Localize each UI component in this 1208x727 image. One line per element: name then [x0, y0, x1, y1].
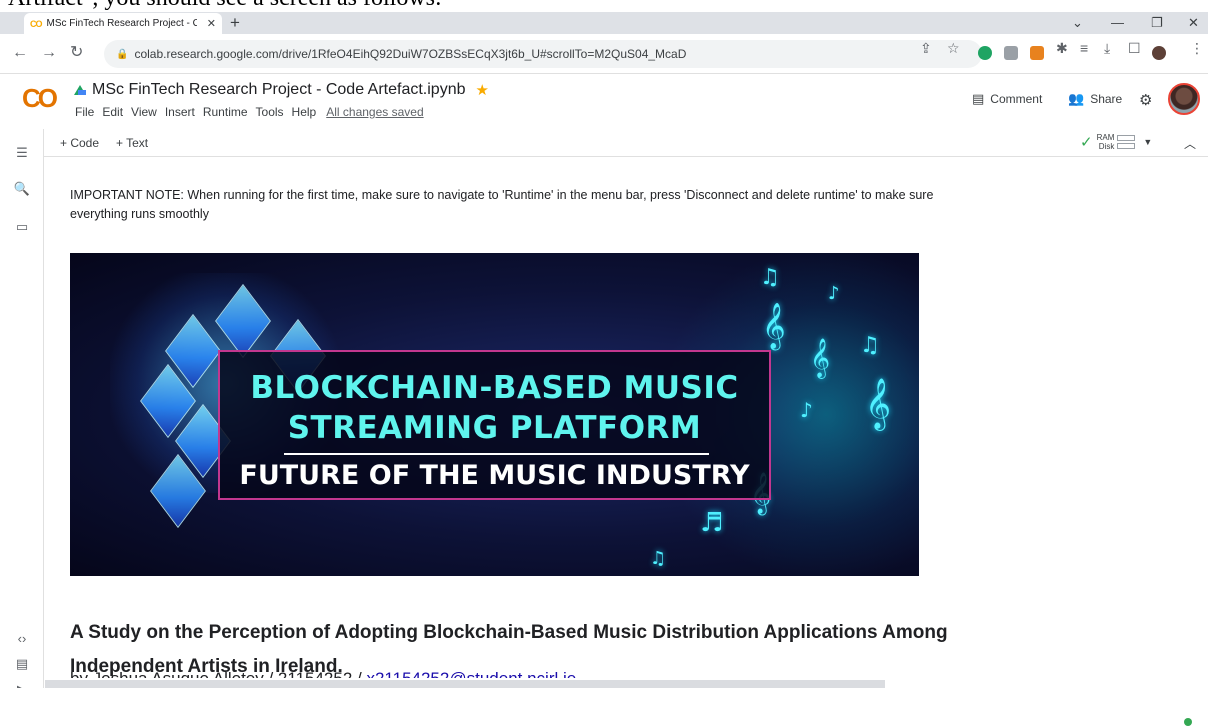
- minimize-icon[interactable]: —: [1111, 14, 1124, 32]
- horizontal-scroll-thumb[interactable]: [45, 680, 885, 688]
- menu-help[interactable]: Help: [292, 105, 317, 119]
- menu-bar: File Edit View Insert Runtime Tools Help…: [75, 105, 424, 119]
- important-note-text: IMPORTANT NOTE: When running for the fir…: [70, 188, 934, 221]
- vertical-scrollbar[interactable]: [1200, 158, 1208, 688]
- colab-header: CO MSc FinTech Research Project - Code A…: [0, 75, 1208, 129]
- colab-logo[interactable]: CO: [22, 85, 58, 111]
- caption-text: Artifact", you should see a screen as fo…: [8, 0, 442, 12]
- menu-insert[interactable]: Insert: [165, 105, 195, 119]
- forward-arrow-icon[interactable]: →: [41, 44, 57, 62]
- notebook-content: IMPORTANT NOTE: When running for the fir…: [45, 158, 1208, 688]
- browser-tab-bar: CO MSc FinTech Research Project - C ✕ + …: [0, 12, 1208, 34]
- grammarly-extension-icon[interactable]: [978, 46, 992, 60]
- status-area: [0, 688, 1208, 727]
- banner-line-2: STREAMING PLATFORM: [287, 410, 702, 446]
- resource-bars: [1117, 135, 1136, 149]
- colab-favicon-icon: CO: [30, 18, 42, 29]
- music-note-icon: ♫: [760, 265, 780, 290]
- tab-search-icon[interactable]: ⌄: [1072, 14, 1083, 32]
- settings-gear-icon[interactable]: ⚙: [1139, 91, 1152, 109]
- back-arrow-icon[interactable]: ←: [12, 44, 28, 62]
- menu-runtime[interactable]: Runtime: [203, 105, 248, 119]
- bookmark-star-icon[interactable]: ☆: [947, 40, 960, 57]
- comment-icon: ▤: [972, 91, 985, 106]
- banner-title-box: BLOCKCHAIN-BASED MUSIC STREAMING PLATFOR…: [218, 350, 771, 500]
- url-text: colab.research.google.com/drive/1RfeO4Ei…: [134, 47, 687, 61]
- banner-line-1: BLOCKCHAIN-BASED MUSIC: [250, 370, 739, 406]
- extensions-puzzle-icon[interactable]: ✱: [1056, 40, 1068, 57]
- notebook-title-row: MSc FinTech Research Project - Code Arte…: [74, 81, 489, 99]
- browser-menu-icon[interactable]: ⋮: [1190, 40, 1204, 57]
- share-label: Share: [1090, 92, 1123, 106]
- profile-avatar-icon[interactable]: [1152, 46, 1166, 60]
- menu-edit[interactable]: Edit: [102, 105, 123, 119]
- new-tab-icon[interactable]: +: [230, 14, 240, 32]
- menu-tools[interactable]: Tools: [256, 105, 284, 119]
- notebook-title[interactable]: MSc FinTech Research Project - Code Arte…: [92, 81, 466, 99]
- save-status[interactable]: All changes saved: [326, 105, 423, 119]
- files-folder-icon[interactable]: ▭: [0, 219, 44, 235]
- resource-indicator[interactable]: ✓ RAM Disk ▼: [1080, 133, 1152, 151]
- browser-address-bar: ← → ↻ 🔒 colab.research.google.com/drive/…: [0, 34, 1208, 74]
- status-dot-icon: [1184, 718, 1192, 726]
- left-sidebar: ☰ 🔍 ▭ ‹› ▤ ▶: [0, 129, 44, 727]
- restore-icon[interactable]: ❐: [1151, 14, 1163, 32]
- collapse-chevron-icon[interactable]: ︿: [1184, 135, 1196, 152]
- reading-list-icon[interactable]: ≡: [1080, 40, 1088, 56]
- reload-icon[interactable]: ↻: [70, 44, 83, 62]
- disk-label: Disk: [1098, 142, 1115, 151]
- ram-label: RAM: [1096, 133, 1115, 142]
- banner-image: ♫ ♪ 𝄞 𝄞 ♫ 𝄞 ♪ 𝄞 ♬ ♫ BLOCKCHAIN-BASED MUS…: [70, 253, 919, 576]
- search-icon[interactable]: 🔍: [0, 181, 44, 197]
- share-page-icon[interactable]: ⇪: [920, 40, 932, 57]
- add-code-cell-button[interactable]: + Code: [60, 136, 99, 150]
- comment-label: Comment: [990, 92, 1043, 106]
- treble-clef-icon: 𝄞: [762, 303, 786, 349]
- browser-tab[interactable]: CO MSc FinTech Research Project - C ✕: [24, 13, 222, 34]
- share-button[interactable]: 👥 Share: [1068, 91, 1122, 107]
- menu-file[interactable]: File: [75, 105, 94, 119]
- star-icon[interactable]: ★: [476, 81, 489, 99]
- connected-check-icon: ✓: [1080, 134, 1093, 151]
- document-caption: Artifact", you should see a screen as fo…: [0, 0, 1208, 12]
- runtime-dropdown-icon[interactable]: ▼: [1143, 137, 1152, 147]
- extension-icon[interactable]: [1004, 46, 1018, 60]
- command-palette-icon[interactable]: ▤: [0, 656, 44, 672]
- people-icon: 👥: [1068, 91, 1085, 106]
- tab-title: MSc FinTech Research Project - C: [46, 18, 197, 29]
- url-bar[interactable]: 🔒 colab.research.google.com/drive/1RfeO4…: [104, 40, 982, 68]
- side-panel-icon[interactable]: ☐: [1128, 40, 1141, 57]
- window-close-icon[interactable]: ✕: [1188, 14, 1199, 32]
- comment-button[interactable]: ▤ Comment: [972, 91, 1042, 107]
- menu-view[interactable]: View: [131, 105, 157, 119]
- metamask-extension-icon[interactable]: [1030, 46, 1044, 60]
- close-tab-icon[interactable]: ✕: [207, 17, 216, 30]
- user-avatar[interactable]: [1168, 83, 1200, 115]
- banner-divider: [284, 453, 709, 455]
- google-drive-icon[interactable]: [74, 85, 86, 95]
- horizontal-scrollbar[interactable]: [45, 678, 1208, 688]
- table-of-contents-icon[interactable]: ☰: [0, 145, 44, 161]
- notebook-toolbar: + Code + Text ✓ RAM Disk ▼ ︿: [44, 129, 1208, 157]
- add-text-cell-button[interactable]: + Text: [116, 136, 148, 150]
- code-snippets-icon[interactable]: ‹›: [0, 631, 44, 646]
- lock-icon: 🔒: [116, 48, 129, 60]
- download-icon[interactable]: ⤓: [1104, 40, 1110, 57]
- banner-line-3: FUTURE OF THE MUSIC INDUSTRY: [239, 460, 750, 491]
